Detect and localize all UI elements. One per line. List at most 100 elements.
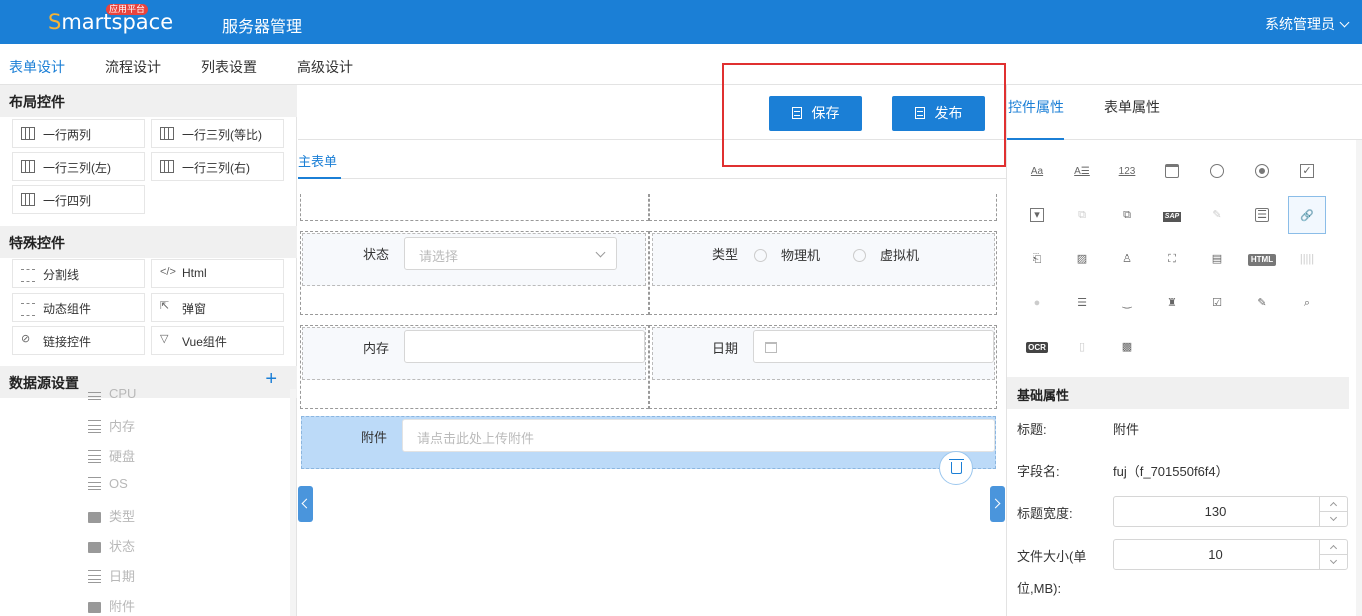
- list-icon[interactable]: ☰: [1063, 284, 1101, 322]
- field-name-value: fuj（f_701550f6f4）: [1113, 464, 1229, 479]
- calendar-icon[interactable]: [1153, 152, 1191, 190]
- property-scrollbar[interactable]: [1356, 140, 1362, 616]
- document-icon[interactable]: ☰: [1243, 196, 1281, 234]
- tree-item[interactable]: 日期: [88, 566, 135, 585]
- toggle-icon[interactable]: ●: [1018, 284, 1056, 322]
- collapse-left-button[interactable]: [298, 486, 313, 522]
- title-width-stepper[interactable]: 130: [1113, 496, 1348, 527]
- pen-icon[interactable]: ✎: [1198, 196, 1236, 234]
- table-icon: [21, 193, 35, 206]
- number-field-icon[interactable]: 123: [1108, 152, 1146, 190]
- special-item-html[interactable]: </> Html: [151, 259, 284, 288]
- tree-item[interactable]: 附件: [88, 596, 135, 615]
- link-icon: ⊘: [21, 333, 31, 345]
- special-item-dynamic[interactable]: 动态组件: [12, 293, 145, 322]
- status-select[interactable]: 请选择: [404, 237, 617, 270]
- text-block-icon[interactable]: ▤: [1198, 240, 1236, 278]
- html-icon[interactable]: HTML: [1243, 240, 1281, 278]
- tree-item[interactable]: CPU: [88, 389, 136, 401]
- special-item-link[interactable]: ⊘ 链接控件: [12, 326, 145, 355]
- layout-item-three-col-equal[interactable]: 一行三列(等比): [151, 119, 284, 148]
- layout-item-three-col-right[interactable]: 一行三列(右): [151, 152, 284, 181]
- attachment-upload-input[interactable]: 请点击此处上传附件: [402, 419, 995, 452]
- search-doc-icon[interactable]: ⌕: [1288, 284, 1326, 322]
- blank-doc-icon[interactable]: ▯: [1063, 328, 1101, 366]
- barcode-icon[interactable]: |||||: [1288, 240, 1326, 278]
- list-icon: [88, 477, 101, 490]
- user-menu[interactable]: 系统管理员: [1265, 14, 1350, 34]
- special-item-vue[interactable]: ▽ Vue组件: [151, 326, 284, 355]
- stamp-icon[interactable]: ♜: [1153, 284, 1191, 322]
- title-prop-value: 附件: [1113, 422, 1140, 437]
- subtab-active-indicator: [298, 177, 341, 179]
- file-size-stepper[interactable]: 10: [1113, 539, 1348, 570]
- collapse-right-button[interactable]: [990, 486, 1005, 522]
- radio-icon: [754, 249, 767, 262]
- checkbox-icon[interactable]: ✓: [1288, 152, 1326, 190]
- image-icon[interactable]: ▨: [1063, 240, 1101, 278]
- multi-select-icon[interactable]: ⧉: [1063, 196, 1101, 234]
- table-icon: [21, 160, 35, 173]
- status-label: 状态: [363, 247, 390, 262]
- folder-icon: [88, 512, 101, 523]
- tab-flow-design[interactable]: 流程设计: [105, 57, 161, 77]
- ocr-icon[interactable]: OCR: [1018, 328, 1056, 366]
- tab-form-properties[interactable]: 表单属性: [1104, 97, 1160, 117]
- add-datasource-button[interactable]: +: [265, 368, 277, 391]
- tree-item[interactable]: OS: [88, 476, 128, 491]
- type-field[interactable]: [652, 233, 995, 286]
- layout-cell[interactable]: [300, 194, 649, 221]
- tree-scrollbar[interactable]: [290, 389, 296, 616]
- file-upload-icon[interactable]: ⎗: [1018, 240, 1056, 278]
- special-item-divider[interactable]: 分割线: [12, 259, 145, 288]
- radio-option-physical[interactable]: 物理机: [754, 245, 820, 264]
- approval-icon[interactable]: ☑: [1198, 284, 1236, 322]
- special-item-popup[interactable]: ⇱ 弹窗: [151, 293, 284, 322]
- tree-item[interactable]: 硬盘: [88, 446, 135, 465]
- tree-item[interactable]: 类型: [88, 506, 135, 525]
- vue-icon: ▽: [160, 333, 169, 345]
- text-field-icon[interactable]: Aa: [1018, 152, 1056, 190]
- org-chart-icon[interactable]: ⛶: [1153, 240, 1191, 278]
- cascade-select-icon[interactable]: ⧉: [1108, 196, 1146, 234]
- layout-cell[interactable]: [649, 194, 997, 221]
- sap-icon[interactable]: SAP: [1153, 196, 1191, 234]
- tree-item[interactable]: 状态: [88, 536, 135, 555]
- radio-icon[interactable]: [1243, 152, 1281, 190]
- list-icon: [88, 570, 101, 583]
- dropdown-icon[interactable]: ▾: [1018, 196, 1056, 234]
- tab-main-form[interactable]: 主表单: [298, 151, 337, 170]
- chevron-down-icon: [1339, 17, 1350, 28]
- special-controls-header: 特殊控件: [0, 226, 297, 258]
- control-panel: 布局控件 一行两列 一行三列(等比) 一行三列(左) 一行三列(右) 一行四列 …: [0, 85, 297, 616]
- attachment-link-icon[interactable]: 🔗: [1288, 196, 1326, 234]
- date-input[interactable]: [753, 330, 994, 363]
- type-label: 类型: [712, 247, 739, 262]
- top-bar: Smartspace 应用平台 服务器管理 系统管理员: [0, 0, 1362, 44]
- table-icon: [160, 127, 174, 140]
- textarea-icon[interactable]: A☰: [1063, 152, 1101, 190]
- date-label: 日期: [712, 341, 739, 356]
- chevron-down-icon: [1329, 513, 1338, 522]
- layout-item-four-col[interactable]: 一行四列: [12, 185, 145, 214]
- edit-list-icon[interactable]: ✎: [1243, 284, 1281, 322]
- memory-input[interactable]: [404, 330, 645, 363]
- radio-option-virtual[interactable]: 虚拟机: [853, 245, 919, 264]
- clock-icon[interactable]: [1198, 152, 1236, 190]
- layout-item-three-col-left[interactable]: 一行三列(左): [12, 152, 145, 181]
- annotation-highlight-box: [722, 63, 1006, 167]
- user-icon[interactable]: ♙: [1108, 240, 1146, 278]
- eye-closed-icon[interactable]: ‿: [1108, 284, 1146, 322]
- tab-list-settings[interactable]: 列表设置: [201, 57, 257, 77]
- user-name: 系统管理员: [1265, 16, 1335, 32]
- designer-tabs: 表单设计 流程设计 列表设置 高级设计: [0, 44, 1362, 90]
- tab-form-design[interactable]: 表单设计: [9, 57, 65, 90]
- layout-item-two-col[interactable]: 一行两列: [12, 119, 145, 148]
- folder-icon: [88, 602, 101, 613]
- tree-item[interactable]: 内存: [88, 416, 135, 435]
- logo-badge: 应用平台: [106, 4, 149, 15]
- qr-code-icon[interactable]: ▩: [1108, 328, 1146, 366]
- tab-control-properties[interactable]: 控件属性: [1008, 97, 1064, 117]
- delete-field-button[interactable]: [939, 451, 973, 485]
- tab-advanced-design[interactable]: 高级设计: [297, 57, 353, 77]
